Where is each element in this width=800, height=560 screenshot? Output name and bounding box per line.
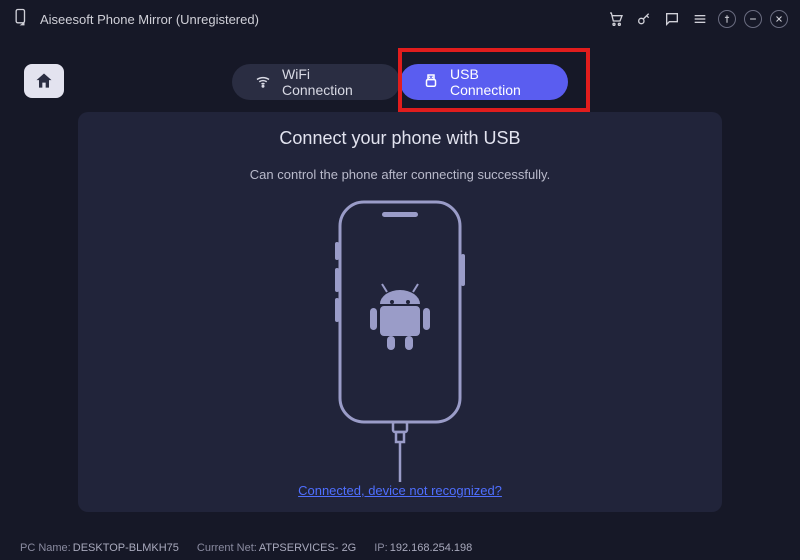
help-link[interactable]: Connected, device not recognized? xyxy=(78,483,722,498)
status-pc: PC Name:DESKTOP-BLMKH75 xyxy=(20,542,179,554)
phone-illustration xyxy=(78,194,722,482)
pc-value: DESKTOP-BLMKH75 xyxy=(73,542,179,554)
app-logo-icon xyxy=(12,7,32,32)
tab-usb-label: USB Connection xyxy=(450,66,546,98)
key-icon[interactable] xyxy=(634,9,654,29)
main-panel: Connect your phone with USB Can control … xyxy=(78,112,722,512)
usb-icon xyxy=(422,72,440,93)
app-title: Aiseesoft Phone Mirror (Unregistered) xyxy=(40,12,259,27)
status-bar: PC Name:DESKTOP-BLMKH75 Current Net:ATPS… xyxy=(20,542,472,554)
ip-label: IP: xyxy=(374,542,387,554)
tab-wifi-connection[interactable]: WiFi Connection xyxy=(232,64,400,100)
net-value: ATPSERVICES- 2G xyxy=(259,542,356,554)
pc-label: PC Name: xyxy=(20,542,71,554)
status-net: Current Net:ATPSERVICES- 2G xyxy=(197,542,356,554)
panel-subtext: Can control the phone after connecting s… xyxy=(78,167,722,182)
close-icon[interactable] xyxy=(770,10,788,28)
tab-usb-connection[interactable]: USB Connection xyxy=(400,64,568,100)
chat-icon[interactable] xyxy=(662,9,682,29)
status-ip: IP:192.168.254.198 xyxy=(374,542,472,554)
menu-icon[interactable] xyxy=(690,9,710,29)
net-label: Current Net: xyxy=(197,542,257,554)
minimize-icon[interactable] xyxy=(744,10,762,28)
ip-value: 192.168.254.198 xyxy=(390,542,473,554)
cart-icon[interactable] xyxy=(606,9,626,29)
pin-icon[interactable] xyxy=(718,10,736,28)
wifi-icon xyxy=(254,72,272,93)
tab-wifi-label: WiFi Connection xyxy=(282,66,378,98)
titlebar: Aiseesoft Phone Mirror (Unregistered) xyxy=(0,0,800,38)
panel-heading: Connect your phone with USB xyxy=(78,128,722,149)
connection-tabs: WiFi Connection USB Connection xyxy=(0,64,800,100)
